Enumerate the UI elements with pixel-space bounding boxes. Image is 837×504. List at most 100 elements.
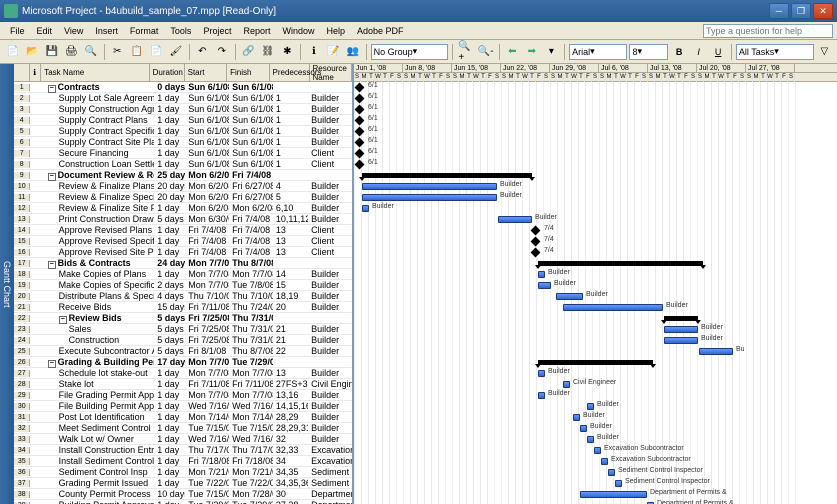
print-preview-button[interactable]: 🔍 — [82, 43, 100, 61]
gantt-row[interactable]: Builder — [354, 181, 837, 192]
gantt-row[interactable]: Department of Permits & — [354, 489, 837, 500]
gantt-row[interactable]: Civil Engineer — [354, 379, 837, 390]
menu-window[interactable]: Window — [276, 24, 320, 38]
task-row[interactable]: 13Print Construction Drawings5 daysMon 6… — [14, 214, 352, 225]
task-row[interactable]: 1−Contracts0 daysSun 6/1/08Sun 6/1/08 — [14, 82, 352, 93]
maximize-button[interactable]: ❐ — [791, 3, 811, 19]
copy-button[interactable]: 📋 — [128, 43, 146, 61]
gantt-row[interactable]: Builder — [354, 434, 837, 445]
task-bar[interactable] — [573, 414, 580, 421]
task-bar[interactable] — [699, 348, 733, 355]
task-row[interactable]: 39Building Permit Approved1 dayTue 7/29/… — [14, 500, 352, 504]
gantt-row[interactable]: Sediment Control Inspector — [354, 478, 837, 489]
outdent-button[interactable]: ⬅ — [504, 43, 522, 61]
task-bar[interactable] — [556, 293, 583, 300]
menu-format[interactable]: Format — [124, 24, 165, 38]
gantt-body[interactable]: 6/16/16/16/16/16/16/16/1BuilderBuilderBu… — [354, 82, 837, 504]
col-predecessors[interactable]: Predecessors — [270, 64, 310, 81]
task-row[interactable]: 32Meet Sediment Control Inspector1 dayTu… — [14, 423, 352, 434]
milestone-icon[interactable] — [355, 116, 365, 126]
task-row[interactable]: 30File Building Permit Application1 dayW… — [14, 401, 352, 412]
task-bar[interactable] — [580, 425, 587, 432]
bold-button[interactable]: B — [670, 43, 688, 61]
task-row[interactable]: 14Approve Revised Plans1 dayFri 7/4/08Fr… — [14, 225, 352, 236]
gantt-row[interactable]: 6/1 — [354, 126, 837, 137]
task-row[interactable]: 28Stake lot1 dayFri 7/11/08Fri 7/11/0827… — [14, 379, 352, 390]
close-button[interactable]: ✕ — [813, 3, 833, 19]
task-row[interactable]: 8Construction Loan Settlement1 daySun 6/… — [14, 159, 352, 170]
gantt-row[interactable]: 6/1 — [354, 93, 837, 104]
task-row[interactable]: 22−Review Bids5 daysFri 7/25/08Thu 7/31/… — [14, 313, 352, 324]
gantt-row[interactable]: Builder — [354, 203, 837, 214]
redo-button[interactable]: ↷ — [213, 43, 231, 61]
task-bar[interactable] — [601, 458, 608, 465]
gantt-row[interactable] — [354, 258, 837, 269]
gantt-row[interactable]: Builder — [354, 368, 837, 379]
col-start[interactable]: Start — [185, 64, 227, 81]
menu-report[interactable]: Report — [237, 24, 276, 38]
summary-bar[interactable] — [538, 360, 653, 365]
font-size-selector[interactable]: 8 ▾ — [629, 44, 668, 60]
gantt-row[interactable]: 7/4 — [354, 225, 837, 236]
autofilter-button[interactable]: ▽ — [816, 43, 834, 61]
task-bar[interactable] — [538, 271, 545, 278]
menu-file[interactable]: File — [4, 24, 31, 38]
gantt-row[interactable] — [354, 170, 837, 181]
task-row[interactable]: 35Install Sediment Controls1 dayFri 7/18… — [14, 456, 352, 467]
task-row[interactable]: 29File Grading Permit Application1 dayMo… — [14, 390, 352, 401]
gantt-row[interactable]: 7/4 — [354, 236, 837, 247]
gantt-row[interactable]: Builder — [354, 423, 837, 434]
task-bar[interactable] — [664, 337, 698, 344]
font-selector[interactable]: Arial ▾ — [569, 44, 627, 60]
task-bar[interactable] — [587, 436, 594, 443]
task-row[interactable]: 31Post Lot Identification1 dayMon 7/14/0… — [14, 412, 352, 423]
summary-bar[interactable] — [538, 261, 703, 266]
summary-bar[interactable] — [362, 173, 532, 178]
task-bar[interactable] — [587, 403, 594, 410]
open-button[interactable]: 📂 — [24, 43, 42, 61]
menu-tools[interactable]: Tools — [164, 24, 197, 38]
gantt-row[interactable]: Builder — [354, 412, 837, 423]
gantt-row[interactable]: Department of Permits & — [354, 500, 837, 504]
menu-adobe-pdf[interactable]: Adobe PDF — [351, 24, 410, 38]
milestone-icon[interactable] — [355, 105, 365, 115]
zoom-in-button[interactable]: 🔍+ — [457, 43, 475, 61]
task-row[interactable]: 7Secure Financing1 daySun 6/1/08Sun 6/1/… — [14, 148, 352, 159]
task-row[interactable]: 33Walk Lot w/ Owner1 dayWed 7/16/08Wed 7… — [14, 434, 352, 445]
col-resource[interactable]: Resource Name — [310, 64, 352, 81]
print-button[interactable]: 🖨 — [63, 43, 81, 61]
task-bar[interactable] — [538, 282, 551, 289]
task-row[interactable]: 26−Grading & Building Permits17 daysMon … — [14, 357, 352, 368]
gantt-row[interactable]: Excavation Subcontractor — [354, 445, 837, 456]
underline-button[interactable]: U — [709, 43, 727, 61]
task-row[interactable]: 21Receive Bids15 daysFri 7/11/08Thu 7/24… — [14, 302, 352, 313]
gantt-row[interactable] — [354, 313, 837, 324]
filter-selector[interactable]: All Tasks ▾ — [736, 44, 814, 60]
task-bar[interactable] — [563, 304, 663, 311]
gantt-row[interactable]: 6/1 — [354, 137, 837, 148]
task-bar[interactable] — [362, 183, 497, 190]
gantt-row[interactable]: 7/4 — [354, 247, 837, 258]
indent-button[interactable]: ➡ — [523, 43, 541, 61]
task-bar[interactable] — [580, 491, 647, 498]
milestone-icon[interactable] — [355, 149, 365, 159]
menu-project[interactable]: Project — [197, 24, 237, 38]
col-finish[interactable]: Finish — [227, 64, 269, 81]
task-row[interactable]: 12Review & Finalize Site Plan1 dayMon 6/… — [14, 203, 352, 214]
task-bar[interactable] — [563, 381, 570, 388]
task-row[interactable]: 24Construction5 daysFri 7/25/08Thu 7/31/… — [14, 335, 352, 346]
task-row[interactable]: 27Schedule lot stake-out1 dayMon 7/7/08M… — [14, 368, 352, 379]
task-row[interactable]: 2Supply Lot Sale Agreement1 daySun 6/1/0… — [14, 93, 352, 104]
task-bar[interactable] — [594, 447, 601, 454]
milestone-icon[interactable] — [531, 226, 541, 236]
group-selector[interactable]: No Group ▾ — [371, 44, 449, 60]
task-bar[interactable] — [608, 469, 615, 476]
split-button[interactable]: ✱ — [279, 43, 297, 61]
paste-button[interactable]: 📄 — [148, 43, 166, 61]
gantt-row[interactable]: Bu — [354, 346, 837, 357]
gantt-row[interactable]: Builder — [354, 269, 837, 280]
milestone-icon[interactable] — [355, 138, 365, 148]
row-num-header[interactable] — [14, 64, 30, 81]
assign-button[interactable]: 👥 — [344, 43, 362, 61]
task-row[interactable]: 4Supply Contract Plans1 daySun 6/1/08Sun… — [14, 115, 352, 126]
